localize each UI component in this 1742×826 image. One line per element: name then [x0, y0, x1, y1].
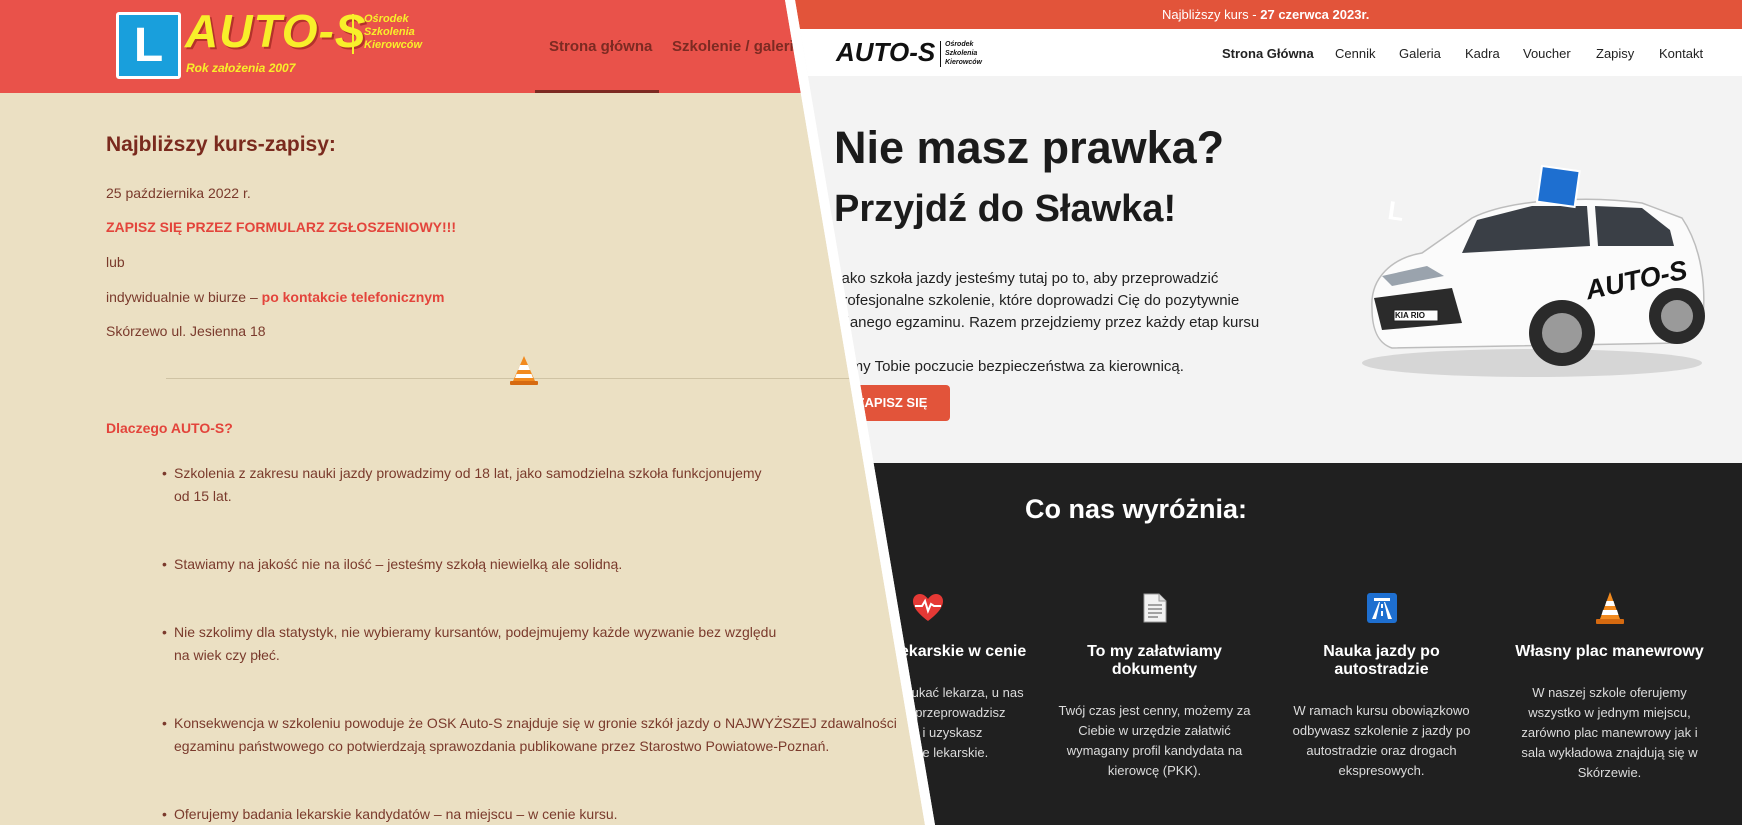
old-office-line: indywidualnie w biurze – po kontakcie te… — [106, 289, 444, 305]
list-item: Szkolenia z zakresu nauki jazdy prowadzi… — [162, 462, 762, 508]
old-next-course-heading: Najbliższy kurs-zapisy: — [106, 133, 336, 156]
learner-l-logo-icon[interactable]: L — [116, 12, 181, 79]
traffic-cone-icon — [1502, 590, 1717, 626]
feature-title: To my załatwiamy dokumenty — [1087, 643, 1222, 678]
new-logo-subtitle: Ośrodek Szkolenia Kierowców — [945, 41, 982, 66]
nav-galeria[interactable]: Galeria — [1399, 46, 1441, 61]
list-item: Oferujemy badania lekarskie kandydatów –… — [162, 803, 618, 825]
old-logo-divider — [352, 14, 354, 54]
document-icon — [1047, 590, 1262, 626]
old-nav-home[interactable]: Strona główna — [549, 38, 652, 55]
feature-title: Nauka jazdy po autostradzie — [1323, 643, 1440, 678]
old-address: Skórzewo ul. Jesienna 18 — [106, 323, 266, 339]
nav-voucher[interactable]: Voucher — [1523, 46, 1571, 61]
old-logo-name[interactable]: AUTO-S — [185, 4, 367, 58]
nav-kadra[interactable]: Kadra — [1465, 46, 1500, 61]
new-next-course-date: 27 czerwca 2023r. — [1260, 7, 1370, 22]
old-signup-form-link[interactable]: ZAPISZ SIĘ PRZEZ FORMULARZ ZGŁOSZENIOWY!… — [106, 219, 456, 235]
old-nav-training-gallery[interactable]: Szkolenie / galeria — [672, 38, 802, 55]
feature-card: Nauka jazdy po autostradzie W ramach kur… — [1274, 590, 1489, 781]
car-plate-text: KIA RIO — [1395, 311, 1425, 320]
old-logo-subtitle: Ośrodek Szkolenia Kierowców — [364, 13, 423, 51]
nav-zapisy[interactable]: Zapisy — [1596, 46, 1634, 61]
feature-description: W naszej szkole oferujemy wszystko w jedn… — [1521, 685, 1698, 780]
old-phone-contact-link[interactable]: po kontakcie telefonicznym — [262, 289, 445, 305]
hero-description: Jako szkoła jazdy jesteśmy tutaj po to, … — [834, 268, 1264, 378]
list-item: Konsekwencja w szkoleniu powoduje że OSK… — [162, 712, 897, 758]
old-or-text: lub — [106, 254, 125, 270]
old-office-text: indywidualnie w biurze – — [106, 289, 258, 305]
feature-card: To my załatwiamy dokumenty Twój czas jes… — [1047, 590, 1262, 781]
new-next-course-label: Najbliższy kurs - — [1162, 7, 1261, 22]
nav-kontakt[interactable]: Kontakt — [1659, 46, 1703, 61]
old-logo-founded: Rok założenia 2007 — [186, 61, 296, 75]
hero-description-line: profesjonalne szkolenie, które doprowadz… — [834, 292, 1240, 309]
hero-subtitle: Przyjdź do Sławka! — [834, 188, 1177, 230]
list-item: Nie szkolimy dla statystyk, nie wybieram… — [162, 621, 776, 667]
hero-title: Nie masz prawka? — [834, 122, 1225, 173]
new-logo-divider — [940, 41, 941, 67]
hero-description-line: zdanego egzaminu. Razem przejdziemy prze… — [834, 314, 1260, 353]
feature-card: Własny plac manewrowy W naszej szkole of… — [1502, 590, 1717, 783]
nav-strona-glowna[interactable]: Strona Główna — [1222, 46, 1314, 61]
old-why-heading: Dlaczego AUTO-S? — [106, 420, 233, 436]
hero-description-line: Jako szkoła jazdy jesteśmy tutaj po to, … — [834, 270, 1219, 287]
new-next-course-text: Najbliższy kurs - 27 czerwca 2023r. — [1162, 0, 1369, 29]
feature-title: Własny plac manewrowy — [1515, 643, 1704, 660]
list-item: Stawiamy na jakość nie na ilość – jesteś… — [162, 553, 622, 576]
feature-description: Twój czas jest cenny, możemy za Ciebie w … — [1058, 703, 1251, 778]
old-nav-active-indicator — [535, 90, 659, 93]
highway-icon — [1274, 590, 1489, 626]
nav-cennik[interactable]: Cennik — [1335, 46, 1375, 61]
feature-description: W ramach kursu obowiązkowo odbywasz szkol… — [1292, 703, 1471, 778]
old-course-date: 25 października 2022 r. — [106, 185, 251, 201]
traffic-cone-icon — [510, 356, 538, 385]
new-logo-name[interactable]: AUTO-S — [836, 37, 935, 68]
roof-sign-icon — [1535, 164, 1581, 209]
hero-description-line: damy Tobie poczucie bezpieczeństwa za ki… — [834, 358, 1184, 375]
